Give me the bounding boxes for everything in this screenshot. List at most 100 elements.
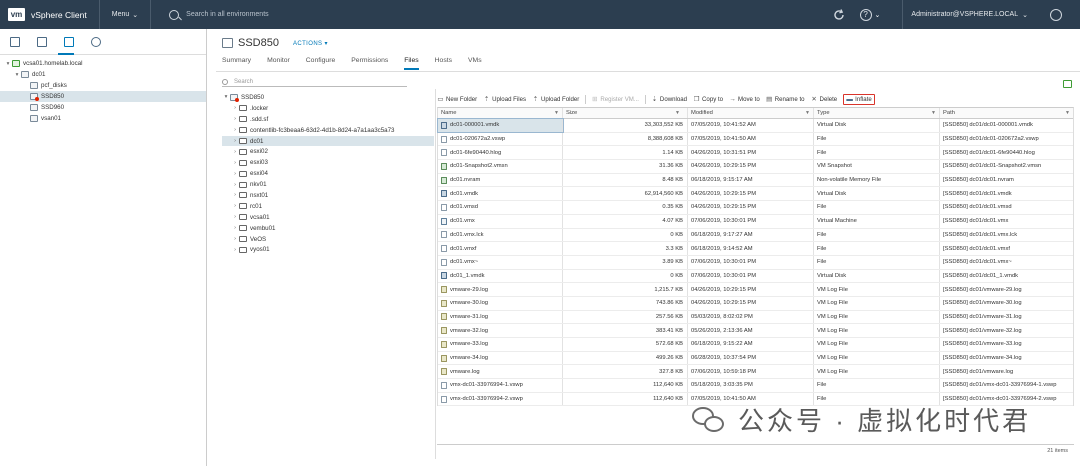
folder-tree-item[interactable]: › dc01 [222, 135, 434, 147]
cell-name[interactable]: vmware-29.log [438, 283, 563, 296]
help-menu-button[interactable]: ? ⌄ [859, 8, 880, 21]
cell-name[interactable]: dc01-6fe90440.hlog [438, 146, 563, 160]
chevron-down-icon[interactable]: ▾ [13, 72, 21, 78]
filter-icon[interactable]: ▼ [1065, 110, 1070, 116]
table-row[interactable]: vmware-34.log 499.26 KB 06/28/2019, 10:37:… [438, 351, 1073, 366]
tab-files[interactable]: Files [404, 57, 419, 70]
search-icon[interactable] [169, 9, 180, 20]
cell-name[interactable]: vmware-34.log [438, 351, 563, 365]
inventory-item[interactable]: pcf_disks [0, 80, 206, 91]
inventory-item[interactable]: SSD960 [0, 102, 206, 113]
tab-configure[interactable]: Configure [306, 57, 335, 70]
cell-name[interactable]: dc01.vmdk [438, 187, 563, 201]
column-header-name[interactable]: Name ▼ [438, 108, 563, 118]
tab-hosts[interactable]: Hosts [435, 57, 452, 70]
folder-tree-item[interactable]: › vyos01 [222, 244, 434, 255]
inflate-button[interactable]: ▬ Inflate [843, 93, 875, 105]
cell-name[interactable]: dc01-020672a2.vswp [438, 132, 563, 146]
networking-icon[interactable] [91, 36, 101, 47]
table-row[interactable]: dc01.vmx.lck 0 KB 06/18/2019, 9:17:27 AM Fi… [438, 228, 1073, 243]
cell-name[interactable]: dc01-000001.vmdk [437, 118, 564, 133]
folder-tree-item[interactable]: › nsxt01 [222, 190, 434, 201]
cell-name[interactable]: vmware-31.log [438, 310, 563, 324]
folder-tree-item[interactable]: › esxi03 [222, 157, 434, 168]
table-row[interactable]: vmware-29.log 1,215.7 KB 04/26/2019, 10:29… [438, 283, 1073, 297]
feedback-smiley-icon[interactable] [1050, 8, 1062, 21]
cell-name[interactable]: vmware-32.log [438, 324, 563, 337]
folder-tree-item[interactable]: › esxi02 [222, 146, 434, 157]
folder-tree-item[interactable]: › esxi04 [222, 168, 434, 179]
file-tree-search-input[interactable]: Search [234, 79, 253, 85]
table-row[interactable]: vmware-32.log 383.41 KB 05/26/2019, 2:13:3… [438, 324, 1073, 338]
chevron-right-icon[interactable]: › [231, 225, 239, 231]
vms-templates-icon[interactable] [37, 36, 47, 47]
upload-files-button[interactable]: ⇡ Upload Files [483, 96, 526, 103]
folder-tree-item[interactable]: › VeOS [222, 234, 434, 245]
chevron-right-icon[interactable]: › [231, 182, 239, 188]
chevron-right-icon[interactable]: › [231, 105, 239, 111]
new-window-icon[interactable] [1063, 80, 1072, 88]
chevron-right-icon[interactable]: › [231, 116, 239, 122]
chevron-right-icon[interactable]: › [231, 160, 239, 166]
table-row[interactable]: dc01-Snapshot2.vmsn 31.36 KB 04/26/2019, 1… [438, 160, 1073, 174]
tab-monitor[interactable]: Monitor [267, 57, 290, 70]
table-row[interactable]: dc01-000001.vmdk 33,303,552 KB 07/05/2019,… [437, 118, 1073, 133]
folder-tree-item[interactable]: › nkv01 [222, 179, 434, 190]
chevron-right-icon[interactable]: › [231, 236, 239, 242]
table-row[interactable]: dc01-020672a2.vswp 8,388,608 KB 07/05/2019… [438, 132, 1073, 147]
chevron-right-icon[interactable]: › [231, 214, 239, 220]
move-to-button[interactable]: → Move to [729, 96, 759, 103]
cell-name[interactable]: vmx-dc01-33976994-2.vswp [438, 392, 563, 406]
cell-name[interactable]: vmware.log [438, 365, 563, 379]
table-row[interactable]: dc01.vmx~ 3.89 KB 07/06/2019, 10:30:01 PM F… [438, 255, 1073, 270]
copy-to-button[interactable]: ❐ Copy to [693, 96, 723, 103]
delete-button[interactable]: ✕ Delete [811, 96, 837, 103]
folder-tree-item[interactable]: › rc01 [222, 201, 434, 212]
file-tree-search[interactable]: Search [222, 77, 407, 87]
table-row[interactable]: dc01.nvram 8.48 KB 06/18/2019, 9:15:17 AM N… [438, 173, 1073, 188]
table-row[interactable]: vmware.log 327.8 KB 07/06/2019, 10:59:18 P… [438, 365, 1073, 380]
table-row[interactable]: dc01.vmdk 62,914,560 KB 04/26/2019, 10:29:… [438, 187, 1073, 202]
actions-menu-button[interactable]: ACTIONS ▾ [293, 40, 328, 47]
chevron-right-icon[interactable]: › [231, 149, 239, 155]
cell-name[interactable]: dc01.vmx~ [438, 255, 563, 269]
user-menu[interactable]: Administrator@VSPHERE.LOCAL ⌄ [911, 11, 1028, 19]
folder-tree-item[interactable]: › .sdd.sf [222, 114, 434, 125]
filter-icon[interactable]: ▼ [554, 110, 559, 116]
storage-icon[interactable] [64, 36, 74, 47]
table-row[interactable]: dc01.vmxf 3.3 KB 06/18/2019, 9:14:52 AM Fil… [438, 242, 1073, 256]
tab-permissions[interactable]: Permissions [351, 57, 388, 70]
refresh-icon[interactable] [832, 8, 846, 22]
app-name[interactable]: vSphere Client [31, 10, 87, 20]
pane-splitter[interactable] [435, 89, 436, 459]
inventory-item[interactable]: vsan01 [0, 113, 206, 124]
column-header-type[interactable]: Type ▼ [814, 108, 940, 118]
inventory-item[interactable]: SSD850 [0, 91, 206, 102]
column-header-size[interactable]: Size ▼ [563, 108, 688, 118]
cell-name[interactable]: dc01.vmsd [438, 201, 563, 214]
tab-summary[interactable]: Summary [222, 57, 251, 70]
cell-name[interactable]: vmx-dc01-33976994-1.vswp [438, 379, 563, 392]
register-vm-button[interactable]: ⊞ Register VM... [591, 96, 639, 103]
cell-name[interactable]: dc01-Snapshot2.vmsn [438, 160, 563, 173]
new-folder-button[interactable]: ▭ New Folder [437, 96, 477, 103]
chevron-right-icon[interactable]: › [231, 171, 239, 177]
hosts-clusters-icon[interactable] [10, 36, 20, 47]
cell-name[interactable]: vmware-33.log [438, 338, 563, 351]
column-header-path[interactable]: Path ▼ [940, 108, 1073, 118]
table-row[interactable]: vmware-30.log 743.86 KB 04/26/2019, 10:29:… [438, 296, 1073, 311]
table-row[interactable]: dc01_1.vmdk 0 KB 07/06/2019, 10:30:01 PM Vi… [438, 269, 1073, 284]
rename-button[interactable]: ▤ Rename to [766, 96, 804, 103]
tab-vms[interactable]: VMs [468, 57, 482, 70]
folder-tree-item[interactable]: › .locker [222, 103, 434, 114]
inventory-item[interactable]: ▾ dc01 [0, 69, 206, 80]
chevron-down-icon[interactable]: ▾ [4, 61, 12, 67]
chevron-right-icon[interactable]: › [231, 192, 239, 198]
global-search-input[interactable]: Search in all environments [186, 11, 269, 18]
chevron-right-icon[interactable]: › [231, 247, 239, 253]
folder-tree-item[interactable]: › vcsa01 [222, 212, 434, 223]
chevron-right-icon[interactable]: › [231, 138, 239, 144]
cell-name[interactable]: vmware-30.log [438, 296, 563, 310]
chevron-right-icon[interactable]: › [231, 203, 239, 209]
filter-icon[interactable]: ▼ [805, 110, 810, 116]
